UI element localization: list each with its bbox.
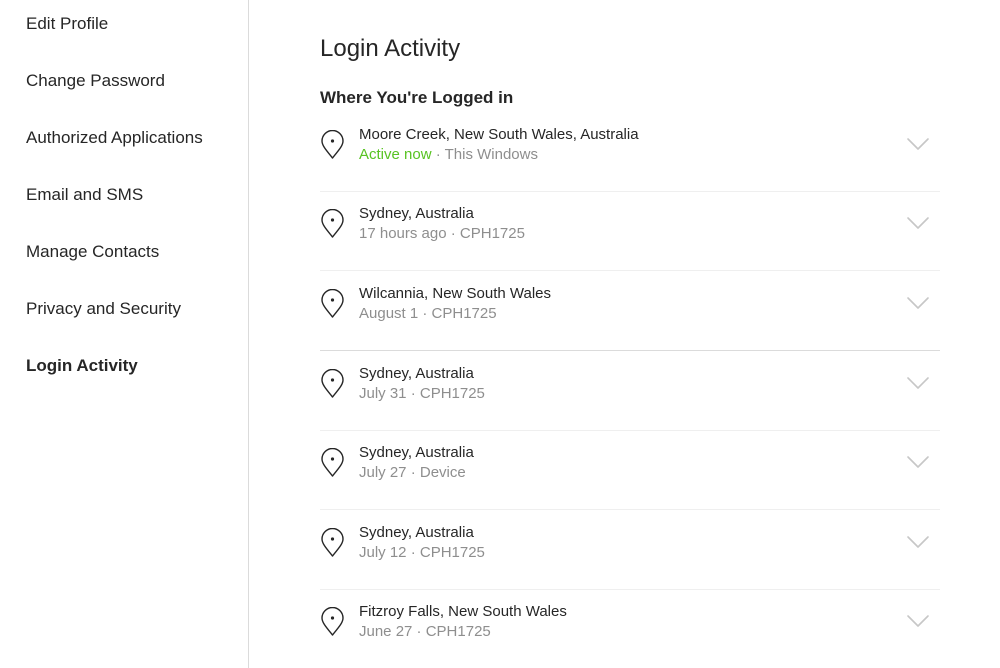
sidebar-item-email-and-sms[interactable]: Email and SMS (26, 184, 143, 206)
active-now-status: Active now (359, 146, 432, 163)
session-location: Sydney, Australia (359, 524, 474, 541)
session-location: Wilcannia, New South Wales (359, 285, 552, 302)
map-pin-icon (321, 448, 344, 477)
section-title: Where You're Logged in (320, 88, 514, 107)
session-row[interactable]: Moore Creek, New South Wales, Australia … (320, 113, 940, 192)
map-pin-icon (321, 369, 344, 398)
session-meta: July 27 · Device (359, 464, 466, 481)
sidebar-item-edit-profile[interactable]: Edit Profile (26, 13, 108, 35)
chevron-down-icon[interactable] (906, 614, 930, 628)
main-content: Login Activity Where You're Logged in Mo… (250, 0, 1000, 668)
session-row[interactable]: Sydney, Australia July 27 · Device (320, 431, 940, 510)
session-meta: Active now · This Windows (359, 145, 538, 165)
map-pin-icon (321, 607, 344, 636)
session-meta: July 12 · CPH1725 (359, 544, 485, 561)
map-pin-icon (321, 289, 344, 318)
session-meta: July 31 · CPH1725 (359, 385, 485, 402)
session-row[interactable]: Wilcannia, New South Wales August 1 · CP… (320, 272, 940, 351)
session-row[interactable]: Sydney, Australia July 12 · CPH1725 (320, 511, 940, 590)
session-meta: August 1 · CPH1725 (359, 305, 497, 322)
session-location: Sydney, Australia (359, 365, 474, 382)
session-row[interactable]: Sydney, Australia 17 hours ago · CPH1725 (320, 192, 940, 271)
session-device: · This Windows (431, 146, 538, 163)
chevron-down-icon[interactable] (906, 216, 930, 230)
sidebar-item-privacy-and-security[interactable]: Privacy and Security (26, 298, 181, 320)
session-row[interactable]: Fitzroy Falls, New South Wales June 27 ·… (320, 590, 940, 668)
chevron-down-icon[interactable] (906, 376, 930, 390)
page-title: Login Activity (320, 35, 461, 62)
sidebar-item-login-activity[interactable]: Login Activity (26, 355, 138, 377)
session-meta: June 27 · CPH1725 (359, 623, 491, 640)
session-location: Fitzroy Falls, New South Wales (359, 603, 567, 620)
chevron-down-icon[interactable] (906, 455, 930, 469)
map-pin-icon (321, 209, 344, 238)
session-meta: 17 hours ago · CPH1725 (359, 225, 525, 242)
chevron-down-icon[interactable] (906, 535, 930, 549)
sidebar-item-authorized-applications[interactable]: Authorized Applications (26, 127, 203, 149)
app-window: Edit Profile Change Password Authorized … (0, 0, 1000, 668)
chevron-down-icon[interactable] (906, 296, 930, 310)
session-location: Sydney, Australia (359, 205, 474, 222)
session-row[interactable]: Sydney, Australia July 31 · CPH1725 (320, 352, 940, 431)
map-pin-icon (321, 130, 344, 159)
settings-sidebar: Edit Profile Change Password Authorized … (0, 0, 249, 668)
chevron-down-icon[interactable] (906, 137, 930, 151)
session-location: Sydney, Australia (359, 444, 474, 461)
sidebar-item-change-password[interactable]: Change Password (26, 70, 165, 92)
session-location: Moore Creek, New South Wales, Australia (359, 126, 639, 143)
sidebar-item-manage-contacts[interactable]: Manage Contacts (26, 241, 159, 263)
map-pin-icon (321, 528, 344, 557)
